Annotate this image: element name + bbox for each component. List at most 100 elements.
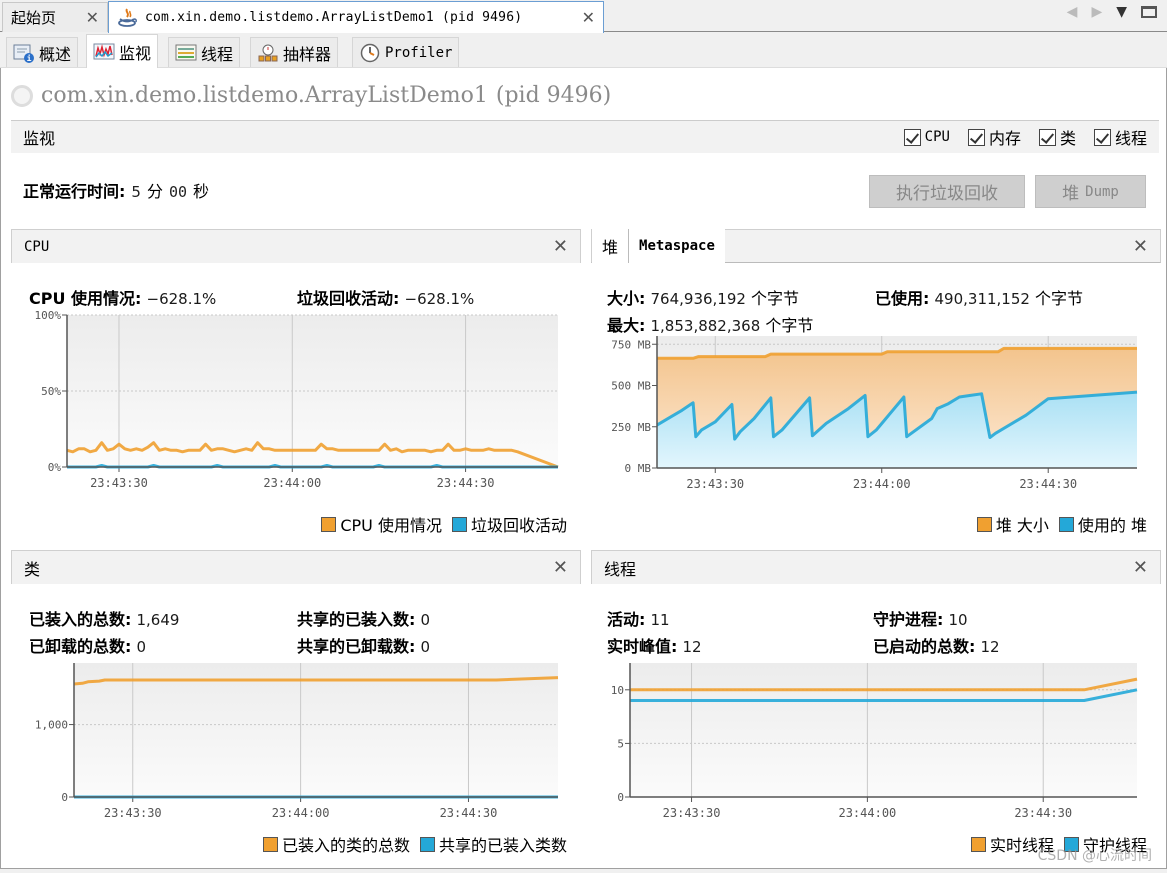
threads-icon <box>175 43 197 63</box>
y-tick-label: 100% <box>35 309 62 322</box>
tab-heap[interactable]: 堆 <box>592 229 630 263</box>
legend-item: CPU 使用情况 <box>321 512 442 536</box>
heap-panel: 堆 Metaspace ✕ 大小: 764,936,192 个字节 已使用: 4… <box>591 229 1161 541</box>
tab-label: 线程 <box>201 44 234 64</box>
cpu-chart: 0% 50% 100% 23:43:30 23:44:00 23:44:30 <box>35 309 559 487</box>
plot-area <box>74 663 558 797</box>
y-tick-label: 10 <box>611 684 624 697</box>
y-tick-label: 0 MB <box>625 462 652 475</box>
view-tab-bar: i 概述 监视 线程 抽样器 Profiler <box>0 33 1167 68</box>
close-icon[interactable]: ✕ <box>553 557 568 578</box>
checkbox-checked-icon[interactable] <box>1038 128 1056 146</box>
scroll-right-icon[interactable]: ▶ <box>1091 4 1102 20</box>
close-icon[interactable]: ✕ <box>1133 236 1148 257</box>
x-tick-label: 23:44:00 <box>838 806 896 820</box>
y-tick-label: 5 <box>617 737 624 750</box>
classes-panel-header: 类 ✕ <box>11 550 581 584</box>
uptime: 正常运行时间: 5 分 00 秒 <box>23 178 209 202</box>
y-tick-label: 0 <box>617 791 624 804</box>
legend-item: 堆 大小 <box>976 512 1049 536</box>
checkbox-checked-icon[interactable] <box>903 128 921 146</box>
tab-profiler[interactable]: Profiler <box>352 37 460 67</box>
classes-panel: 类 ✕ 已装入的总数: 1,649 共享的已装入数: 0 已卸载的总数: 0 共… <box>11 550 581 862</box>
checkbox-cpu[interactable]: CPU <box>903 128 950 146</box>
java-cup-icon <box>117 7 139 29</box>
doc-tab-label: 起始页 <box>11 9 57 27</box>
heap-chart: 0 MB 250 MB 500 MB 750 MB 23:43:30 23:44:00 23… <box>611 336 1138 491</box>
tab-sampler[interactable]: 抽样器 <box>250 37 339 67</box>
close-icon[interactable]: ✕ <box>582 8 595 27</box>
heap-size-stat: 大小: 764,936,192 个字节 <box>607 289 800 308</box>
monitor-view: com.xin.demo.listdemo.ArrayListDemo1 (pi… <box>0 68 1167 873</box>
section-title: 监视 <box>23 129 56 148</box>
x-tick-label: 23:44:00 <box>853 477 911 491</box>
tab-label: 监视 <box>119 43 152 63</box>
doc-tab-application[interactable]: com.xin.demo.listdemo.ArrayListDemo1 (pi… <box>108 1 604 33</box>
watermark: CSDN @心流时间 <box>1037 848 1152 864</box>
shared-loaded-stat: 共享的已装入数: 0 <box>297 610 431 629</box>
tab-overview[interactable]: i 概述 <box>6 37 79 67</box>
scroll-left-icon[interactable]: ◀ <box>1067 4 1078 20</box>
checkbox-threads[interactable]: 线程 <box>1093 125 1147 149</box>
checkbox-checked-icon[interactable] <box>967 128 985 146</box>
overview-icon: i <box>13 43 35 63</box>
y-tick-label: 0 <box>61 791 68 804</box>
heap-panel-header: 堆 Metaspace ✕ <box>591 229 1161 263</box>
tab-monitor[interactable]: 监视 <box>86 34 159 68</box>
cpu-usage-stat: CPU 使用情况: −628.1% <box>29 289 217 308</box>
tab-list-dropdown-icon[interactable]: ▼ <box>1116 4 1127 20</box>
uptime-minutes-unit: 分 <box>146 182 163 201</box>
y-tick-label: 750 MB <box>611 338 651 351</box>
tab-label: 抽样器 <box>283 44 332 64</box>
classes-chart-legend: 已装入的类的总数 共享的已装入类数 <box>262 832 567 856</box>
x-tick-label: 23:43:30 <box>90 476 148 487</box>
y-tick-label: 250 MB <box>611 421 651 434</box>
close-icon[interactable]: ✕ <box>86 8 99 27</box>
perform-gc-button[interactable]: 执行垃圾回收 <box>869 175 1025 208</box>
legend-swatch <box>321 516 337 532</box>
tab-label: 概述 <box>39 44 72 64</box>
svg-text:i: i <box>27 53 32 63</box>
close-icon[interactable]: ✕ <box>553 236 568 257</box>
doc-tab-start-page[interactable]: 起始页 ✕ <box>2 2 108 32</box>
uptime-label: 正常运行时间: <box>23 182 126 201</box>
classes-chart: 0 1,000 23:43:30 23:44:00 23:44:30 <box>35 663 559 820</box>
legend-item: 已装入的类的总数 <box>262 832 410 856</box>
classes-unloaded-stat: 已卸载的总数: 0 <box>29 637 147 656</box>
application-title: com.xin.demo.listdemo.ArrayListDemo1 (pi… <box>11 83 611 108</box>
x-tick-label: 23:43:30 <box>686 477 744 491</box>
panel-title: 线程 <box>604 559 637 579</box>
cpu-chart-legend: CPU 使用情况 垃圾回收活动 <box>321 512 567 536</box>
tab-metaspace[interactable]: Metaspace <box>629 229 725 263</box>
monitor-section-header: 监视 CPU 内存 类 线程 <box>11 120 1159 153</box>
gc-activity-stat: 垃圾回收活动: −628.1% <box>297 289 475 308</box>
checkbox-classes[interactable]: 类 <box>1038 125 1076 149</box>
y-tick-label: 0% <box>48 461 62 474</box>
heap-dump-button[interactable]: 堆 Dump <box>1035 175 1146 208</box>
tab-threads[interactable]: 线程 <box>168 37 241 67</box>
x-tick-label: 23:44:30 <box>1014 806 1072 820</box>
sampler-icon <box>257 43 279 63</box>
window-bottom-border <box>0 868 1167 873</box>
legend-swatch <box>970 836 986 852</box>
cpu-panel: CPU ✕ CPU 使用情况: −628.1% 垃圾回收活动: −628.1% … <box>11 229 581 541</box>
close-icon[interactable]: ✕ <box>1133 557 1148 578</box>
maximize-icon[interactable] <box>1141 6 1157 18</box>
panel-title: 类 <box>24 559 41 579</box>
application-name: com.xin.demo.listdemo.ArrayListDemo1 <box>41 83 488 108</box>
x-tick-label: 23:44:30 <box>437 476 495 487</box>
legend-item: 垃圾回收活动 <box>451 512 567 536</box>
application-pid: (pid 9496) <box>495 83 612 108</box>
daemon-threads-stat: 守护进程: 10 <box>873 610 968 629</box>
uptime-seconds: 00 <box>168 183 188 201</box>
legend-item: 共享的已装入类数 <box>419 832 567 856</box>
x-tick-label: 23:43:30 <box>663 806 721 820</box>
x-tick-label: 23:44:00 <box>272 806 330 820</box>
checkbox-memory[interactable]: 内存 <box>967 125 1021 149</box>
uptime-minutes: 5 <box>131 183 141 201</box>
x-tick-label: 23:44:30 <box>440 806 498 820</box>
peak-threads-stat: 实时峰值: 12 <box>607 637 702 656</box>
status-circle-icon <box>11 84 33 107</box>
doc-tab-navigation: ◀ ▶ ▼ <box>1067 4 1157 20</box>
checkbox-checked-icon[interactable] <box>1093 128 1111 146</box>
